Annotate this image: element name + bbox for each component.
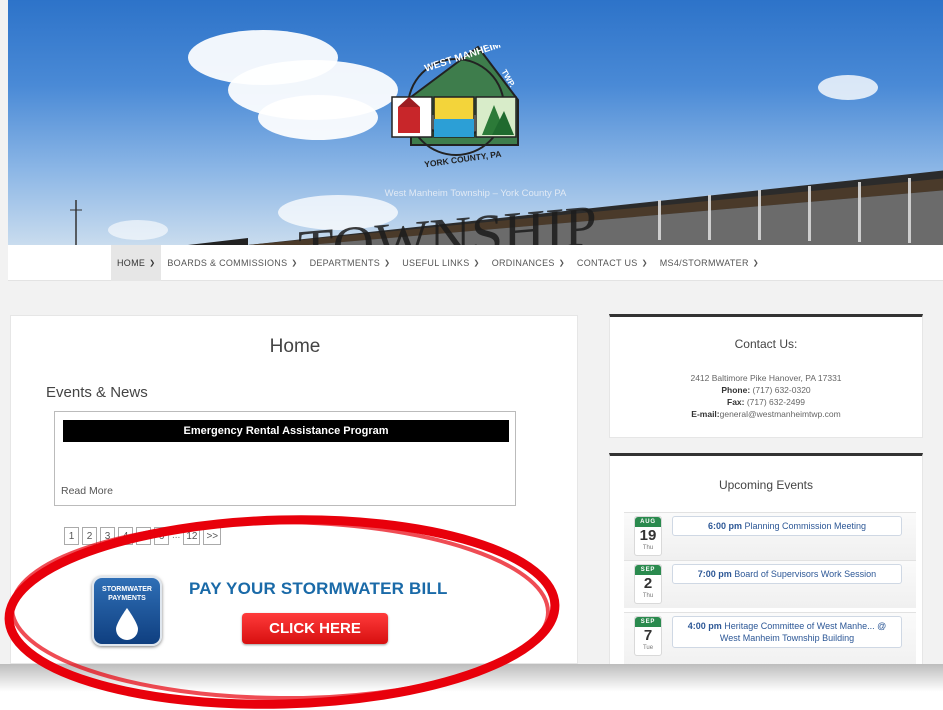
event-time: 7:00 pm: [697, 569, 732, 579]
township-logo: WEST MANHEIM TWP. YORK COUNTY, PA: [391, 45, 519, 170]
pagination: 1 2 3 4 5 6 ... 12 >>: [64, 527, 224, 545]
page-link[interactable]: 6: [154, 527, 169, 545]
event-weekday: Tue: [642, 645, 654, 651]
event-day: 7: [643, 627, 653, 644]
page-link[interactable]: 2: [82, 527, 97, 545]
browser-page: TOWNSHIP WEST MANHEIM TWP. YORK COUNTY, …: [0, 0, 943, 664]
contact-email: E-mail:general@westmanheimtwp.com: [610, 409, 922, 419]
event-weekday: Thu: [642, 593, 654, 599]
event-link[interactable]: 7:00 pm Board of Supervisors Work Sessio…: [672, 564, 902, 584]
cloud: [258, 95, 378, 140]
contact-phone: Phone: (717) 632-0320: [610, 385, 922, 395]
nav-item-useful-links[interactable]: USEFUL LINKS ❯: [396, 245, 485, 281]
header-banner: TOWNSHIP WEST MANHEIM TWP. YORK COUNTY, …: [8, 0, 943, 245]
chevron-down-icon: ❯: [149, 259, 156, 267]
building-sign-text: TOWNSHIP: [298, 192, 597, 245]
event-day: 2: [643, 575, 653, 592]
event-date: SEP 7 Tue: [634, 616, 662, 656]
phone-value: (717) 632-0320: [750, 385, 811, 395]
chevron-down-icon: ❯: [641, 259, 648, 267]
page-link[interactable]: 3: [100, 527, 115, 545]
event-weekday: Thu: [642, 545, 654, 551]
chevron-down-icon: ❯: [558, 259, 565, 267]
nav-label: HOME: [117, 257, 146, 268]
event-month: SEP: [635, 565, 661, 575]
site-tagline: West Manheim Township – York County PA: [384, 188, 567, 199]
event-row: SEP 2 Thu 7:00 pm Board of Supervisors W…: [624, 560, 916, 608]
news-item: Emergency Rental Assistance Program Read…: [54, 411, 516, 506]
cloud: [818, 75, 878, 100]
email-label: E-mail:: [691, 409, 720, 419]
contact-address: 2412 Baltimore Pike Hanover, PA 17331: [690, 373, 842, 383]
event-row: SEP 7 Tue 4:00 pm Heritage Committee of …: [624, 612, 916, 664]
event-day: 19: [639, 527, 657, 544]
page-link[interactable]: 5: [136, 527, 151, 545]
event-link[interactable]: 6:00 pm Planning Commission Meeting: [672, 516, 902, 536]
read-more-link[interactable]: Read More: [61, 485, 113, 497]
water-drop-icon: [116, 608, 138, 640]
contact-fax: Fax: (717) 632-2499: [610, 397, 922, 407]
antenna-icon: [70, 200, 82, 245]
nav-item-boards-commissions[interactable]: BOARDS & COMMISSIONS ❯: [161, 245, 303, 281]
fax-label: Fax:: [727, 397, 745, 407]
event-title: Board of Supervisors Work Session: [731, 569, 877, 579]
contact-widget: Contact Us: 2412 Baltimore Pike Hanover,…: [609, 314, 923, 438]
pay-stormwater-bill-heading: PAY YOUR STORMWATER BILL: [189, 579, 448, 598]
email-link[interactable]: general@westmanheimtwp.com: [720, 409, 841, 419]
click-here-button[interactable]: CLICK HERE: [242, 613, 388, 644]
chevron-down-icon: ❯: [384, 259, 391, 267]
nav-item-ms4-stormwater[interactable]: MS4/STORMWATER ❯: [654, 245, 765, 281]
nav-label: USEFUL LINKS: [402, 257, 470, 268]
nav-label: CONTACT US: [576, 257, 638, 268]
contact-title: Contact Us:: [734, 337, 798, 351]
page-title: Home: [269, 336, 321, 357]
chevron-down-icon: ❯: [291, 259, 298, 267]
event-title: Heritage Committee of West Manhe... @: [721, 621, 887, 631]
event-title: Planning Commission Meeting: [741, 521, 867, 531]
event-date: SEP 2 Thu: [634, 564, 662, 604]
page-link[interactable]: 4: [118, 527, 133, 545]
chevron-down-icon: ❯: [473, 259, 480, 267]
main-nav: HOME ❯ BOARDS & COMMISSIONS ❯ DEPARTMENTS ❯…: [8, 244, 943, 281]
page-link[interactable]: 1: [64, 527, 79, 545]
nav-item-contact-us[interactable]: CONTACT US ❯: [571, 245, 654, 281]
main-content: Home Events & News Emergency Rental Assi…: [10, 315, 578, 664]
nav-item-home[interactable]: HOME ❯: [111, 244, 162, 281]
logo-bottom-text: YORK COUNTY, PA: [424, 149, 502, 170]
nav-label: ORDINANCES: [491, 257, 555, 268]
nav-item-departments[interactable]: DEPARTMENTS ❯: [304, 245, 397, 281]
event-time: 6:00 pm: [707, 521, 742, 531]
nav-label: MS4/STORMWATER: [659, 257, 749, 268]
nav-label: BOARDS & COMMISSIONS: [167, 257, 288, 268]
pagination-ellipsis: ...: [172, 530, 181, 541]
page-shadow: [0, 664, 943, 710]
upcoming-events-title: Upcoming Events: [718, 478, 814, 492]
news-item-title[interactable]: Emergency Rental Assistance Program: [63, 420, 509, 442]
nav-item-ordinances[interactable]: ORDINANCES ❯: [486, 245, 571, 281]
event-row: AUG 19 Thu 6:00 pm Planning Commission M…: [624, 512, 916, 560]
cloud: [108, 220, 168, 240]
fax-value: (717) 632-2499: [744, 397, 805, 407]
icon-label: STORMWATER: [102, 586, 152, 593]
event-month: AUG: [635, 517, 661, 527]
event-date: AUG 19 Thu: [634, 516, 662, 556]
event-time: 4:00 pm: [687, 621, 722, 631]
event-location: West Manheim Township Building: [719, 633, 855, 643]
events-news-heading: Events & News: [46, 384, 148, 401]
stormwater-payments-icon[interactable]: STORMWATER PAYMENTS: [92, 576, 162, 646]
phone-label: Phone:: [721, 385, 751, 395]
next-page-button[interactable]: >>: [203, 527, 222, 545]
event-month: SEP: [635, 617, 661, 627]
icon-label: PAYMENTS: [108, 595, 146, 602]
nav-label: DEPARTMENTS: [309, 257, 381, 268]
upcoming-events-widget: Upcoming Events AUG 19 Thu 6:00 pm Plann…: [609, 453, 923, 664]
event-link[interactable]: 4:00 pm Heritage Committee of West Manhe…: [672, 616, 902, 648]
chevron-down-icon: ❯: [752, 259, 759, 267]
page-link-last[interactable]: 12: [183, 527, 201, 545]
